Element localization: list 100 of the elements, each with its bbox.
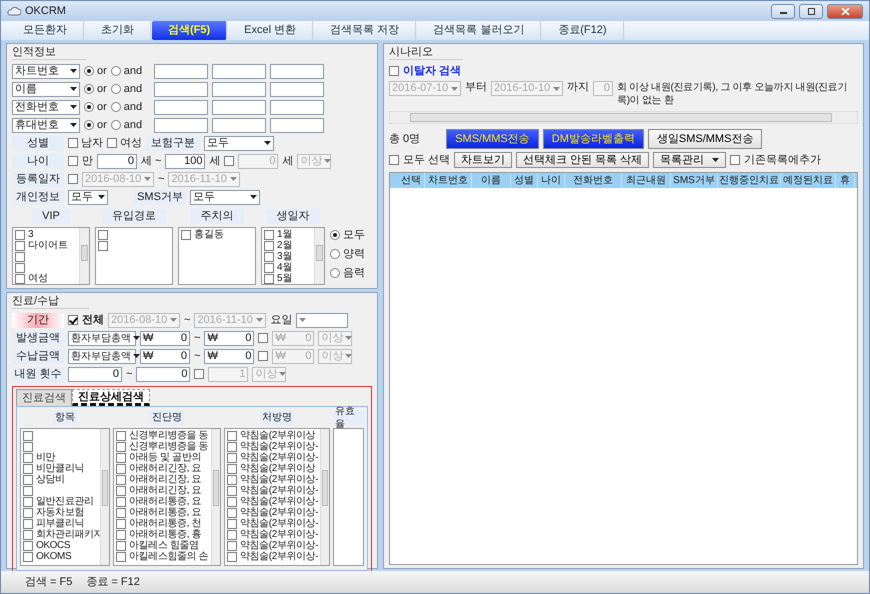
checkbox[interactable] (68, 315, 78, 325)
input-field[interactable]: 0 (68, 366, 122, 382)
checkbox[interactable] (68, 156, 78, 166)
column-header[interactable]: 예정된치료 (781, 173, 836, 188)
input-field[interactable] (154, 100, 208, 114)
list-item-label[interactable]: 아래허리통증, 요 (129, 495, 201, 508)
checkbox[interactable] (116, 442, 126, 452)
checkbox[interactable] (227, 496, 237, 506)
sms-refusal-dropdown[interactable]: 모두 (190, 190, 260, 204)
list-item-label[interactable]: 약침술(2부위이상- (240, 528, 318, 541)
list-item-label[interactable]: 약침술(2부위이상- (240, 506, 318, 519)
checkbox[interactable] (227, 518, 237, 528)
checkbox[interactable] (107, 138, 117, 148)
radio-button[interactable] (84, 84, 94, 94)
radio-button[interactable] (110, 102, 121, 112)
checkbox[interactable] (227, 464, 237, 474)
checkbox[interactable] (264, 240, 274, 250)
input-field[interactable] (212, 64, 266, 78)
list-item-label[interactable]: 비만클리닉 (36, 462, 84, 475)
list-item-label[interactable]: 약침술(2부위이상- (240, 440, 318, 453)
list-item-label[interactable]: 약침술(2부위이상- (240, 495, 318, 508)
scrollbar[interactable] (100, 429, 109, 565)
checkbox[interactable] (258, 333, 268, 343)
checkbox[interactable] (258, 351, 268, 361)
radio-button[interactable] (330, 230, 340, 240)
checkbox[interactable] (15, 274, 25, 284)
action-button[interactable]: SMS/MMS전송 (446, 129, 539, 149)
input-field[interactable] (154, 82, 208, 96)
action-button[interactable]: 생일SMS/MMS전송 (648, 129, 762, 149)
checkbox[interactable] (116, 496, 126, 506)
radio-button[interactable] (110, 66, 121, 76)
column-header[interactable]: SMS거부 (671, 173, 718, 188)
checkbox[interactable] (98, 230, 108, 240)
column-header[interactable]: 나이 (538, 173, 565, 188)
checkbox[interactable] (227, 530, 237, 540)
checkbox[interactable] (68, 138, 78, 148)
checkbox[interactable] (23, 442, 33, 452)
checkbox[interactable] (227, 540, 237, 550)
radio-button[interactable] (330, 249, 340, 259)
maximize-button[interactable] (799, 4, 823, 18)
tab[interactable]: 진료상세검색 (72, 389, 150, 406)
field-dropdown[interactable]: 전화번호 (12, 100, 80, 114)
toolbar-tab[interactable]: 모든환자 (7, 21, 84, 40)
checkbox[interactable] (23, 518, 33, 528)
field-dropdown[interactable]: 이름 (12, 82, 80, 96)
column-header[interactable]: 휴 (836, 173, 855, 188)
list-item-label[interactable]: 1월 (277, 228, 293, 241)
toolbar-tab[interactable]: 검색목록 저장 (314, 21, 416, 40)
checkbox[interactable] (227, 442, 237, 452)
checkbox[interactable] (116, 474, 126, 484)
list-item-label[interactable]: 신경뿌리병증을 동 (129, 429, 208, 442)
checkbox[interactable] (264, 274, 274, 284)
column-header[interactable]: 진행중인치료 (718, 173, 781, 188)
checkbox[interactable] (194, 369, 204, 379)
field-dropdown[interactable]: 차트번호 (12, 64, 80, 78)
checkbox[interactable] (23, 530, 33, 540)
list-item-label[interactable]: 2월 (277, 239, 293, 252)
checkbox[interactable] (227, 452, 237, 462)
input-field[interactable] (212, 100, 266, 114)
checkbox[interactable] (15, 230, 25, 240)
checkbox[interactable] (98, 240, 108, 250)
amount-field[interactable]: ₩ 0 (204, 330, 254, 346)
toolbar-tab[interactable]: Excel 변환 (228, 21, 314, 40)
checkbox[interactable] (23, 486, 33, 496)
input-field[interactable] (270, 118, 324, 132)
checkbox[interactable] (15, 252, 25, 262)
checkbox[interactable] (389, 155, 399, 165)
amount-field[interactable]: ₩ 0 (140, 348, 190, 364)
checkbox[interactable] (116, 530, 126, 540)
checkbox[interactable] (68, 174, 78, 184)
tab[interactable]: 진료검색 (16, 389, 72, 406)
list-item-label[interactable]: 약침술(2부위이상 (240, 429, 316, 442)
input-field[interactable]: 0 (97, 154, 137, 168)
radio-button[interactable] (84, 120, 94, 130)
action-button[interactable]: DM발송라벨출력 (542, 129, 644, 149)
list-item-label[interactable]: 약침술(2부위이상- (240, 473, 318, 486)
column-header[interactable]: 선택 (398, 173, 425, 188)
list-item-label[interactable]: 비만 (36, 451, 56, 464)
checkbox[interactable] (23, 496, 33, 506)
list-item-label[interactable]: 약침술(2부위이상- (240, 484, 318, 497)
amount-field[interactable]: ₩ 0 (204, 348, 254, 364)
column-header[interactable]: 이름 (472, 173, 511, 188)
scrollbar[interactable] (389, 111, 858, 124)
checkbox[interactable] (23, 464, 33, 474)
list-item-label[interactable]: 홍길동 (194, 228, 224, 241)
checkbox[interactable] (116, 464, 126, 474)
scrollbar[interactable] (314, 228, 324, 284)
input-field[interactable] (270, 100, 324, 114)
checkbox[interactable] (116, 430, 126, 440)
action-button[interactable]: 차트보기 (454, 152, 512, 168)
list-item-label[interactable]: 자동차보험 (36, 506, 84, 519)
toolbar-tab[interactable]: 검색목록 불러오기 (417, 21, 542, 40)
field-dropdown[interactable]: 휴대번호 (12, 118, 80, 132)
list-item-label[interactable]: 아래허리긴장, 요 (129, 473, 201, 486)
list-item-label[interactable]: 3 (28, 228, 34, 241)
checkbox[interactable] (224, 156, 234, 166)
input-field[interactable] (212, 118, 266, 132)
column-header[interactable]: 성별 (511, 173, 538, 188)
radio-button[interactable] (110, 84, 121, 94)
checkbox[interactable] (116, 508, 126, 518)
